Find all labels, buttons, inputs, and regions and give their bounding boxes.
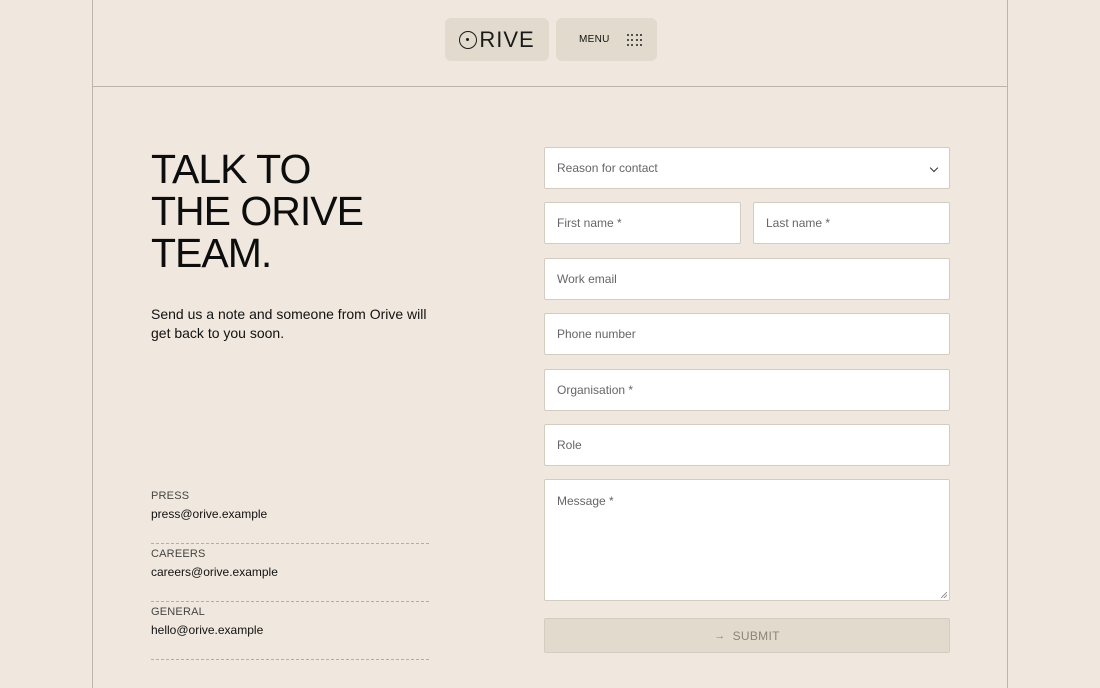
logo: RIVE (459, 27, 534, 53)
email-placeholder: Work email (557, 272, 617, 286)
title-line-1: TALK TO (151, 146, 311, 192)
contact-list: PRESS press@orive.example CAREERS career… (151, 486, 429, 660)
title-line-3: TEAM. (151, 230, 272, 276)
contact-item-careers: CAREERS careers@orive.example (151, 544, 429, 602)
logo-text: RIVE (479, 26, 535, 52)
contact-item-general: GENERAL hello@orive.example (151, 602, 429, 660)
title-line-2: THE ORIVE (151, 188, 364, 234)
first-name-placeholder: First name * (557, 216, 622, 230)
contact-label: CAREERS (151, 548, 206, 560)
contact-label: PRESS (151, 490, 190, 502)
submit-button[interactable]: → SUBMIT (544, 618, 950, 653)
chevron-down-icon (929, 163, 939, 173)
message-textarea[interactable]: Message * (544, 479, 950, 601)
contact-email-link[interactable]: careers@orive.example (151, 565, 429, 579)
site-header: RIVE MENU (93, 0, 1007, 87)
first-name-input[interactable]: First name * (544, 202, 741, 244)
contact-label: GENERAL (151, 606, 205, 618)
submit-label: SUBMIT (732, 628, 780, 643)
menu-label: MENU (579, 34, 610, 45)
message-placeholder: Message * (557, 494, 614, 508)
contact-email-link[interactable]: hello@orive.example (151, 623, 429, 637)
logo-button[interactable]: RIVE (445, 18, 549, 61)
menu-button[interactable]: MENU (556, 18, 657, 61)
organisation-input[interactable]: Organisation * (544, 369, 950, 411)
phone-input[interactable]: Phone number (544, 313, 950, 355)
email-input[interactable]: Work email (544, 258, 950, 300)
last-name-placeholder: Last name * (766, 216, 831, 230)
arrow-right-icon: → (714, 629, 726, 642)
contact-item-press: PRESS press@orive.example (151, 486, 429, 544)
grid-dots-icon (626, 33, 643, 46)
role-placeholder: Role (557, 438, 582, 452)
resize-handle-icon[interactable] (941, 592, 947, 598)
phone-placeholder: Phone number (557, 327, 636, 341)
page-title: TALK TO THE ORIVE TEAM. (151, 148, 451, 274)
last-name-input[interactable]: Last name * (753, 202, 950, 244)
page-frame: RIVE MENU TALK TO THE ORIVE TEAM. Send u… (92, 0, 1008, 688)
reason-placeholder: Reason for contact (557, 161, 658, 175)
contact-email-link[interactable]: press@orive.example (151, 507, 429, 521)
organisation-placeholder: Organisation * (557, 383, 634, 397)
intro-text: Send us a note and someone from Orive wi… (151, 306, 427, 341)
reason-select[interactable]: Reason for contact (544, 147, 950, 189)
logo-circle-icon (459, 30, 478, 49)
role-input[interactable]: Role (544, 424, 950, 466)
